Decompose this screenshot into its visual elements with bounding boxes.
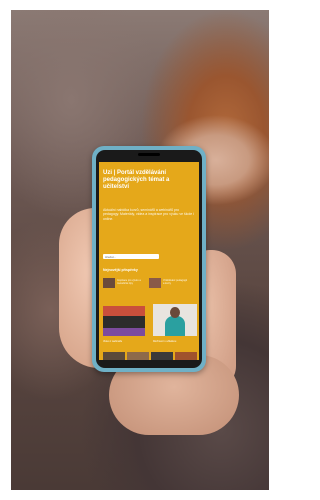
strip-thumb[interactable] xyxy=(103,352,125,360)
site-description: Aktuální nabídka kurzů, seminářů a webin… xyxy=(103,208,194,221)
thumbnail-strip xyxy=(103,352,197,360)
section-label: Nejnovější příspěvky xyxy=(103,268,138,272)
strip-thumb[interactable] xyxy=(151,352,173,360)
phone-screen: Uzi | Portál vzdělávání pedagogických té… xyxy=(99,162,199,360)
video-band xyxy=(103,306,145,316)
video-band xyxy=(103,328,145,336)
video-thumbnail[interactable] xyxy=(103,306,145,336)
video-caption: Video z webináře xyxy=(103,340,123,343)
strip-thumb[interactable] xyxy=(175,352,197,360)
phone-bezel: Uzi | Portál vzdělávání pedagogických té… xyxy=(96,150,202,368)
person-body xyxy=(165,316,185,336)
photo-caption: Rozhovor s učitelkou xyxy=(153,340,177,343)
card-text[interactable]: Inspirace pro výuku a metodické tipy xyxy=(117,279,143,285)
card-thumbnail[interactable] xyxy=(103,278,115,288)
search-input[interactable] xyxy=(103,254,159,259)
card-text[interactable]: Vzdělávání pedagogů a kurzy xyxy=(163,279,189,285)
strip-thumb[interactable] xyxy=(127,352,149,360)
smartphone: Uzi | Portál vzdělávání pedagogických té… xyxy=(92,146,206,372)
card-thumbnail[interactable] xyxy=(149,278,161,288)
person-photo[interactable] xyxy=(153,304,197,336)
phone-notch xyxy=(138,153,160,156)
person-head xyxy=(170,307,180,318)
site-title: Uzi | Portál vzdělávání pedagogických té… xyxy=(103,170,170,190)
